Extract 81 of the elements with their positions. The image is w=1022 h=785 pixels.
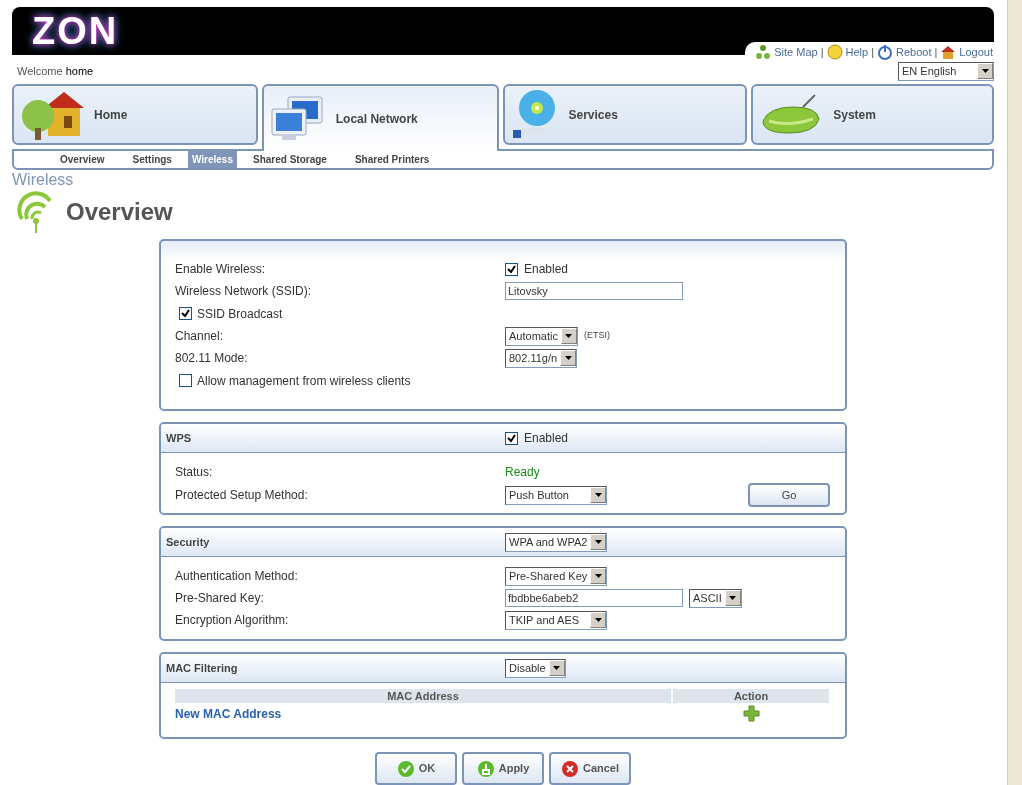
header-link[interactable]: Help: [826, 43, 869, 61]
checkbox-label: SSID Broadcast: [197, 305, 283, 323]
field-label: Wireless Network (SSID):: [175, 283, 312, 300]
power-icon: [877, 44, 893, 61]
add-icon[interactable]: [742, 705, 760, 722]
header-link[interactable]: Logout: [940, 43, 993, 61]
page-title: Overview: [66, 197, 173, 227]
header-link[interactable]: Site Map: [755, 43, 818, 61]
text-field[interactable]: Litovsky: [505, 282, 683, 300]
dropdown-arrow-icon: [981, 69, 989, 74]
dropdown-arrow-icon: [594, 618, 602, 622]
checkbox-label: Allow management from wireless clients: [197, 372, 411, 390]
main-tab[interactable]: Local Network: [261, 84, 499, 151]
section-title: WPS: [166, 430, 193, 446]
dropdown[interactable]: Pre-Shared Key: [505, 566, 608, 586]
dropdown-arrow-icon: [553, 666, 561, 670]
dropdown-arrow-icon: [729, 596, 737, 600]
sub-tab[interactable]: Overview: [56, 150, 109, 168]
column-header: MAC Address: [175, 689, 671, 703]
checkbox-label: Enabled: [524, 261, 569, 278]
section-title: MAC Filtering: [166, 660, 239, 676]
house-icon: [940, 44, 957, 61]
dialog-button[interactable]: Cancel: [549, 752, 631, 785]
column-header: Action: [673, 689, 829, 703]
field-label: Status:: [175, 464, 214, 481]
help-icon: [826, 44, 843, 61]
checkbox-label: Enabled: [524, 430, 569, 447]
dropdown-arrow-icon: [594, 540, 602, 544]
status-value: Ready: [505, 464, 540, 481]
apply-icon: [476, 759, 495, 778]
dropdown[interactable]: Disable: [505, 658, 566, 678]
breadcrumb: Wireless: [12, 171, 75, 189]
dialog-button[interactable]: OK: [375, 752, 457, 785]
computer-monitors-icon: [269, 94, 326, 143]
dropdown[interactable]: 802.11g/n: [505, 348, 578, 368]
dropdown-arrow-icon: [594, 493, 602, 497]
checkmark-icon: [507, 264, 516, 274]
note-text: (ETSI): [583, 329, 610, 343]
main-tab[interactable]: System: [751, 84, 994, 145]
checkbox[interactable]: [179, 374, 192, 387]
dropdown[interactable]: TKIP and AES: [505, 610, 607, 630]
field-label: 802.11 Mode:: [175, 350, 249, 367]
checkmark-icon: [507, 433, 516, 443]
separator: |: [820, 44, 824, 60]
checkbox[interactable]: [505, 431, 518, 445]
field-label: Authentication Method:: [175, 568, 299, 585]
separator: |: [934, 44, 938, 60]
cancel-icon: [560, 759, 579, 778]
sub-tab[interactable]: Settings: [128, 150, 176, 168]
dialog-button[interactable]: Apply: [462, 752, 544, 785]
new-mac-address-link[interactable]: New MAC Address: [175, 707, 282, 721]
field-label: Encryption Algorithm:: [175, 612, 290, 629]
checkbox[interactable]: [505, 262, 518, 276]
section-title: Security: [166, 534, 211, 550]
dropdown[interactable]: ASCII: [689, 588, 742, 608]
sub-tab[interactable]: Shared Storage: [249, 150, 331, 168]
language-dropdown[interactable]: EN English: [898, 61, 994, 81]
checkmark-icon: [181, 309, 190, 318]
scrollbar[interactable]: [1007, 0, 1022, 785]
field-label: Channel:: [175, 328, 225, 345]
field-label: Enable Wireless:: [175, 261, 267, 278]
dropdown-arrow-icon: [565, 334, 573, 338]
go-button[interactable]: Go: [748, 483, 830, 507]
header-link[interactable]: Reboot: [877, 43, 932, 61]
field-label: Pre-Shared Key:: [175, 590, 265, 607]
field-label: Protected Setup Method:: [175, 487, 309, 504]
dropdown[interactable]: WPA and WPA2: [505, 532, 608, 552]
checkmark-icon: [396, 759, 415, 778]
text-field[interactable]: fbdbbe6abeb2: [505, 589, 683, 607]
sub-tab[interactable]: Shared Printers: [350, 150, 434, 168]
logo: ZON: [32, 11, 119, 50]
dropdown-arrow-icon: [594, 574, 602, 578]
dropdown[interactable]: Push Button: [505, 485, 607, 505]
dropdown-arrow-icon: [564, 356, 572, 360]
welcome-text: Welcome home: [17, 63, 94, 79]
separator: |: [871, 44, 874, 60]
dropdown[interactable]: Automatic: [505, 326, 578, 346]
main-tab[interactable]: Services: [502, 84, 748, 145]
checkbox[interactable]: [179, 307, 192, 320]
sitemap-icon: [755, 44, 772, 61]
main-tab[interactable]: Home: [12, 84, 258, 145]
